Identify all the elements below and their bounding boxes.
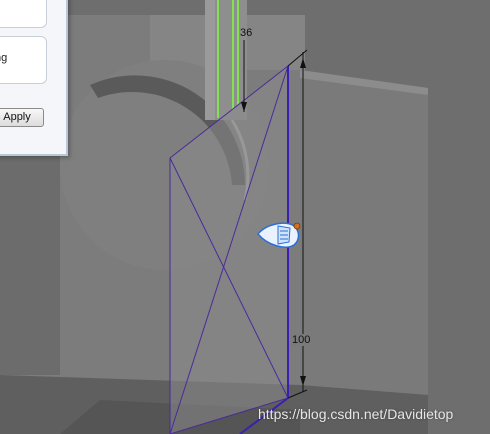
watermark-text: https://blog.csdn.net/Davidietop (258, 406, 454, 422)
dialog-option-box[interactable]: ng (0, 36, 47, 84)
dialog-top-field[interactable] (0, 0, 47, 28)
sketch-manipulator-icon[interactable] (256, 218, 306, 252)
properties-dialog: ng Apply (0, 0, 68, 156)
left-shadow-region (0, 150, 60, 375)
shaft-column-edge (205, 0, 215, 120)
dialog-option-label: ng (0, 52, 8, 64)
cad-viewport[interactable]: 36 100 ng Apply https://blog.csdn.net/Da… (0, 0, 490, 434)
apply-button[interactable]: Apply (0, 108, 44, 127)
right-block (300, 70, 428, 395)
dimension-value-100[interactable]: 100 (291, 334, 312, 346)
dimension-value-36[interactable]: 36 (240, 27, 252, 39)
3d-model-scene[interactable] (0, 0, 490, 434)
